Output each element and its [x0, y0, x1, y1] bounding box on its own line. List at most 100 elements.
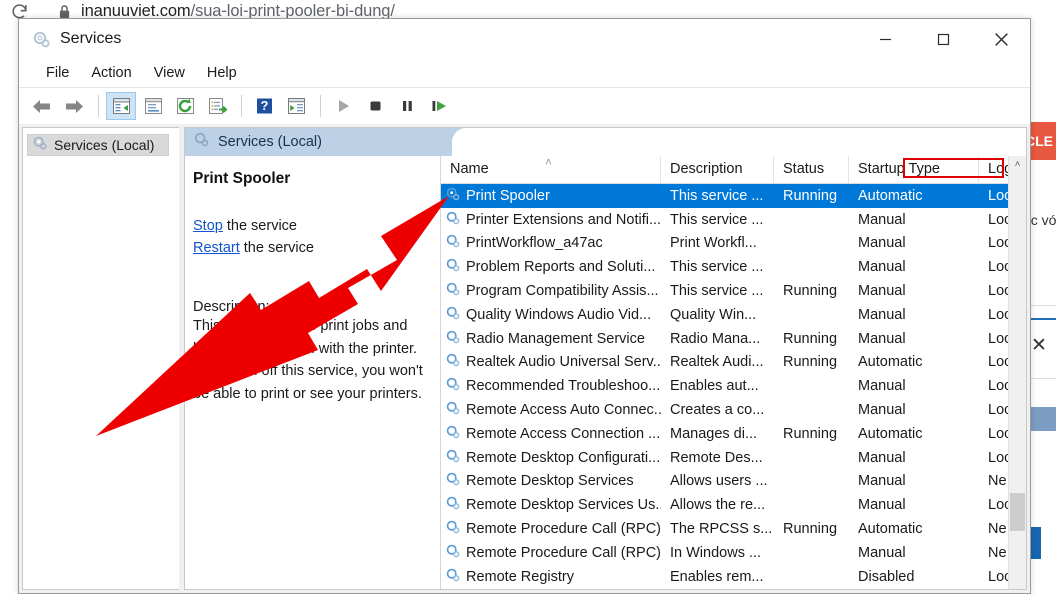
column-header-startup-type[interactable]: Startup Type — [849, 156, 979, 183]
service-gear-icon — [445, 305, 461, 325]
service-name-label: Remote Procedure Call (RPC)... — [466, 544, 661, 561]
service-name-label: Remote Desktop Services Us... — [466, 497, 661, 514]
service-gear-icon — [445, 210, 461, 230]
stop-service-link-suffix: the service — [222, 218, 297, 234]
cell-name: Recommended Troubleshoo... — [441, 376, 661, 396]
service-gear-icon — [445, 471, 461, 491]
pane-header-notch — [452, 128, 1026, 156]
table-row[interactable]: Remote Registry Enables rem... Disabled Loc — [441, 565, 1026, 589]
table-row[interactable]: Radio Management Service Radio Mana... Run… — [441, 327, 1026, 351]
restart-service-link-row: Restart the service — [193, 237, 426, 259]
cell-name: Remote Access Auto Connec... — [441, 400, 661, 420]
cell-name: Problem Reports and Soluti... — [441, 257, 661, 277]
cell-description: Quality Win... — [670, 306, 757, 323]
table-row[interactable]: Realtek Audio Universal Serv... Realtek A… — [441, 351, 1026, 375]
table-row[interactable]: Printer Extensions and Notifi... This ser… — [441, 208, 1026, 232]
stop-service-icon[interactable] — [360, 92, 390, 120]
service-name-label: Remote Desktop Configurati... — [466, 449, 661, 466]
service-name-label: Radio Management Service — [466, 330, 645, 347]
scrollbar-thumb[interactable] — [1010, 493, 1025, 531]
sort-ascending-icon: ˄ — [545, 156, 553, 169]
export-list-icon[interactable] — [202, 92, 232, 120]
table-row[interactable]: Remote Access Auto Connec... Creates a co… — [441, 398, 1026, 422]
cell-description: This service ... — [670, 259, 764, 276]
cell-name: Program Compatibility Assis... — [441, 281, 661, 301]
restart-service-icon[interactable] — [424, 92, 454, 120]
cell-name: Print Spooler — [441, 186, 661, 206]
service-gear-icon — [445, 233, 461, 253]
service-name-label: Remote Access Connection ... — [466, 425, 661, 442]
service-name-label: Recommended Troubleshoo... — [466, 378, 661, 395]
cell-name: PrintWorkflow_a47ac — [441, 233, 661, 253]
window-titlebar: Services — [19, 19, 1030, 59]
minimize-button[interactable] — [856, 19, 914, 59]
scroll-up-button[interactable]: ˄ — [1009, 156, 1026, 173]
table-row[interactable]: Remote Desktop Configurati... Remote Des.… — [441, 446, 1026, 470]
cell-startup-type: Automatic — [858, 521, 923, 538]
service-gear-icon — [445, 400, 461, 420]
refresh-icon[interactable] — [170, 92, 200, 120]
background-close-icon[interactable]: ✕ — [1031, 334, 1047, 357]
cell-description: This service ... — [670, 211, 764, 228]
menu-item-action[interactable]: Action — [80, 63, 142, 83]
properties-icon[interactable] — [138, 92, 168, 120]
screenshot-root: inanuuviet.com/sua-loi-print-pooler-bi-d… — [0, 0, 1056, 594]
cell-name: Remote Desktop Configurati... — [441, 448, 661, 468]
service-gear-icon — [445, 281, 461, 301]
cell-startup-type: Automatic — [858, 354, 923, 371]
menu-item-help[interactable]: Help — [196, 63, 248, 83]
cell-description: In Windows ... — [670, 544, 762, 561]
lock-icon — [58, 4, 71, 19]
url-domain: inanuuviet.com — [81, 1, 191, 20]
service-name-label: Remote Procedure Call (RPC) — [466, 521, 661, 538]
table-row[interactable]: Remote Desktop Services Us... Allows the … — [441, 493, 1026, 517]
sidebar-item-services-local[interactable]: Services (Local) — [27, 134, 169, 156]
restart-service-link-suffix: the service — [239, 240, 314, 256]
table-row[interactable]: Remote Procedure Call (RPC) The RPCSS s..… — [441, 517, 1026, 541]
service-name-label: Program Compatibility Assis... — [466, 283, 659, 300]
description-text: This service spools print jobs and handl… — [193, 318, 423, 402]
cell-startup-type: Manual — [858, 330, 906, 347]
cell-startup-type: Manual — [858, 402, 906, 419]
restart-service-link[interactable]: Restart — [193, 240, 240, 256]
service-gear-icon — [445, 495, 461, 515]
menu-item-view[interactable]: View — [143, 63, 196, 83]
list-vertical-scrollbar[interactable]: ˄ — [1008, 156, 1026, 589]
column-header-name[interactable]: Name ˄ — [441, 156, 661, 183]
column-header-description[interactable]: Description — [661, 156, 774, 183]
start-service-icon[interactable] — [328, 92, 358, 120]
table-row[interactable]: Problem Reports and Soluti... This servic… — [441, 255, 1026, 279]
cell-description: This service ... — [670, 187, 764, 204]
cell-name: Printer Extensions and Notifi... — [441, 210, 661, 230]
table-row[interactable]: Print Spooler This service ... Running Auto… — [441, 184, 1026, 208]
table-row[interactable]: Remote Desktop Services Allows users ... M… — [441, 470, 1026, 494]
cell-description: Radio Mana... — [670, 330, 761, 347]
table-row[interactable]: PrintWorkflow_a47ac Print Workfl... Manual… — [441, 232, 1026, 256]
service-gear-icon — [445, 519, 461, 539]
close-button[interactable] — [972, 19, 1030, 59]
table-row[interactable]: Program Compatibility Assis... This servi… — [441, 279, 1026, 303]
column-header-status[interactable]: Status — [774, 156, 849, 183]
stop-service-link-row: Stop the service — [193, 215, 426, 237]
forward-arrow-icon[interactable] — [59, 92, 89, 120]
stop-service-link[interactable]: Stop — [193, 218, 223, 234]
show-hide-tree-icon[interactable] — [106, 92, 136, 120]
table-row[interactable]: Remote Procedure Call (RPC)... In Windows… — [441, 541, 1026, 565]
maximize-button[interactable] — [914, 19, 972, 59]
show-hide-action-pane-icon[interactable] — [281, 92, 311, 120]
service-name-label: Realtek Audio Universal Serv... — [466, 354, 661, 371]
table-row[interactable]: Recommended Troubleshoo... Enables aut...… — [441, 374, 1026, 398]
services-list: Name ˄ Description Status Startup Type L… — [441, 156, 1026, 589]
menu-item-file[interactable]: File — [35, 63, 80, 83]
back-arrow-icon[interactable] — [27, 92, 57, 120]
cell-startup-type: Manual — [858, 235, 906, 252]
service-gear-icon — [445, 424, 461, 444]
cell-status: Running — [783, 354, 838, 371]
service-name-label: Quality Windows Audio Vid... — [466, 306, 652, 323]
table-row[interactable]: Remote Access Connection ... Manages di..… — [441, 422, 1026, 446]
pause-service-icon[interactable] — [392, 92, 422, 120]
cell-startup-type: Automatic — [858, 187, 923, 204]
help-icon[interactable]: ? — [249, 92, 279, 120]
table-row[interactable]: Quality Windows Audio Vid... Quality Win.… — [441, 303, 1026, 327]
cell-status: Running — [783, 521, 838, 538]
